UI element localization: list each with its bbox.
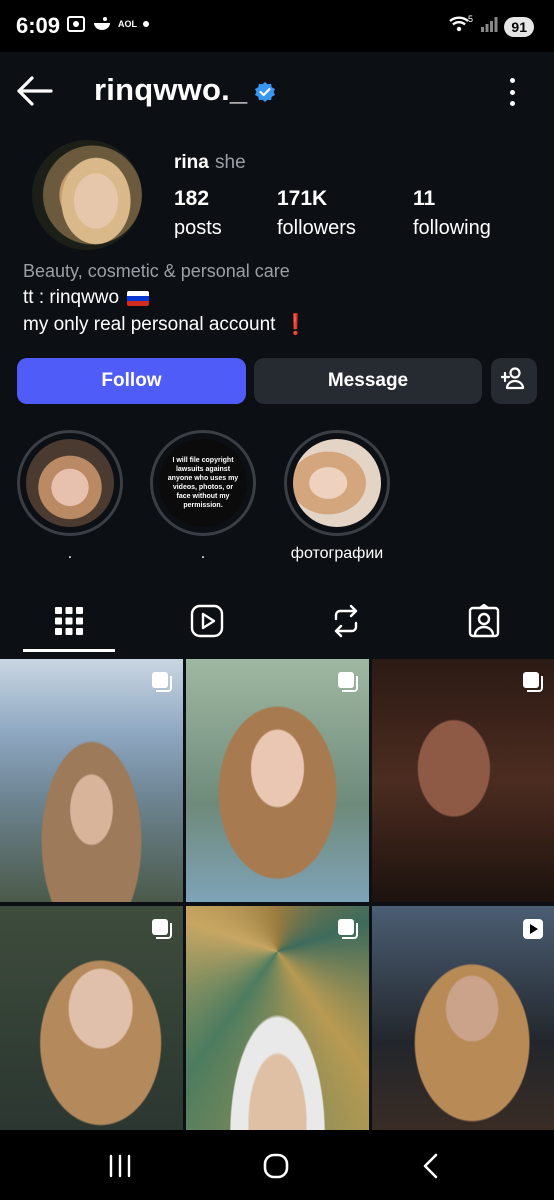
home-icon[interactable] (256, 1150, 296, 1182)
more-vertical-icon[interactable] (510, 78, 518, 106)
russia-flag-icon (127, 290, 150, 306)
posts-count-value: 182 (174, 187, 210, 210)
bowl-icon (92, 14, 112, 34)
post-thumbnail[interactable] (372, 906, 554, 1130)
follow-button[interactable]: Follow (17, 358, 246, 404)
post-thumbnail[interactable] (372, 659, 554, 902)
carousel-icon (152, 919, 172, 939)
highlight-cover: I will file copyright lawsuits against a… (159, 439, 247, 527)
bio-line-2-text: my only real personal account (23, 313, 276, 335)
grid-icon (55, 607, 83, 635)
signal-icon (480, 15, 498, 38)
add-user-button[interactable] (491, 358, 537, 404)
wifi-badge: 5 (468, 14, 473, 24)
tab-reposts[interactable] (326, 596, 366, 646)
notification-dot (143, 21, 149, 27)
highlight-cover (26, 439, 114, 527)
copyright-notice: I will file copyright lawsuits against a… (167, 457, 239, 509)
highlight-item[interactable]: . (17, 430, 123, 563)
reels-icon (190, 604, 224, 638)
highlight-ring: I will file copyright lawsuits against a… (150, 430, 256, 536)
following-count-value: 11 (413, 187, 436, 210)
bio-line-2: my only real personal account ❗ (23, 312, 308, 337)
reposts-icon (334, 604, 358, 638)
verified-badge-icon (254, 81, 276, 103)
carousel-icon (338, 919, 358, 939)
exclamation-icon: ❗ (283, 314, 309, 336)
profile-username: rinqwwo._ (94, 72, 248, 107)
arrow-left-icon[interactable] (16, 74, 54, 108)
posts-grid (0, 659, 554, 1130)
active-tab-indicator (23, 649, 115, 652)
notification-icons: AOL (66, 14, 149, 34)
followers-count-label: followers (277, 217, 356, 239)
highlight-caption: фотографии (290, 545, 384, 562)
back-icon[interactable] (411, 1150, 451, 1182)
tab-posts-grid[interactable] (49, 596, 89, 646)
profile-avatar[interactable] (32, 140, 142, 250)
system-status: 5 91 (448, 14, 534, 39)
profile-category: Beauty, cosmetic & personal care (23, 261, 290, 281)
highlight-caption: . (67, 545, 73, 562)
carousel-icon (523, 672, 543, 692)
carousel-icon (152, 672, 172, 692)
highlight-item[interactable]: фотографии (284, 430, 390, 563)
highlight-item[interactable]: I will file copyright lawsuits against a… (150, 430, 256, 563)
add-user-icon (499, 366, 527, 396)
tab-tagged[interactable] (464, 596, 504, 646)
system-nav-bar (0, 1130, 554, 1200)
bio-line-1: tt : rinqwwo (23, 287, 150, 309)
recents-icon[interactable] (100, 1150, 140, 1182)
profile-header: rinqwwo._ (0, 52, 554, 132)
highlight-caption: . (200, 545, 206, 562)
following-count[interactable]: 11 following (413, 187, 491, 240)
highlight-ring (284, 430, 390, 536)
highlight-ring (17, 430, 123, 536)
message-button[interactable]: Message (254, 358, 482, 404)
screenshot-icon (66, 14, 86, 34)
status-bar: 6:09 AOL 5 91 (0, 0, 554, 52)
post-thumbnail[interactable] (186, 659, 369, 902)
bio-line-1-text: tt : rinqwwo (23, 287, 120, 308)
post-thumbnail[interactable] (186, 906, 369, 1130)
carousel-icon (338, 672, 358, 692)
pronouns: she (215, 152, 246, 173)
aol-label: AOL (118, 19, 137, 29)
status-time: 6:09 (16, 13, 61, 38)
tagged-icon (468, 604, 500, 638)
profile-tabs (0, 596, 554, 656)
highlight-cover (293, 439, 381, 527)
post-thumbnail[interactable] (0, 906, 183, 1130)
following-count-label: following (413, 217, 491, 239)
tab-reels[interactable] (187, 596, 227, 646)
post-thumbnail[interactable] (0, 659, 183, 902)
posts-count-label: posts (174, 217, 222, 239)
wifi-icon: 5 (448, 14, 474, 39)
reel-icon (523, 919, 543, 939)
followers-count[interactable]: 171K followers (277, 187, 356, 240)
battery-indicator: 91 (504, 16, 534, 37)
followers-count-value: 171K (277, 187, 328, 210)
posts-count[interactable]: 182 posts (174, 187, 222, 240)
display-name: rina (174, 152, 209, 173)
